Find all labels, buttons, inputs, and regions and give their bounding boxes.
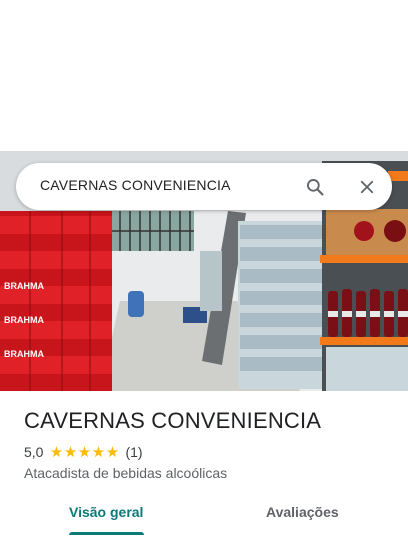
star-icon: ★ [63, 443, 78, 461]
close-icon [360, 180, 374, 194]
star-icon: ★ [105, 443, 120, 461]
place-title: CAVERNAS CONVENIENCIA [24, 408, 322, 433]
tab-overview[interactable]: Visão geral [69, 504, 143, 520]
rating-row[interactable]: 5,0 ★ ★ ★ ★ ★ (1) [24, 444, 143, 460]
star-icon: ★ [77, 443, 92, 461]
star-icon: ★ [49, 443, 64, 461]
active-tab-indicator [69, 532, 144, 535]
tab-reviews[interactable]: Avaliações [266, 504, 339, 520]
search-button[interactable] [302, 174, 328, 200]
search-input[interactable]: CAVERNAS CONVENIENCIA [40, 177, 231, 193]
svg-text:BRAHMA: BRAHMA [4, 349, 44, 359]
search-bar[interactable]: CAVERNAS CONVENIENCIA [16, 163, 392, 210]
tab-bar: Visão geral Avaliações [0, 496, 408, 542]
svg-text:BRAHMA: BRAHMA [4, 315, 44, 325]
star-icon: ★ [91, 443, 106, 461]
rating-value: 5,0 [24, 444, 44, 460]
search-icon [307, 179, 324, 196]
review-count[interactable]: (1) [125, 444, 142, 460]
brand-lettering: BRAHMA [4, 281, 44, 291]
rating-stars: ★ ★ ★ ★ ★ [49, 445, 119, 460]
clear-search-button[interactable] [354, 174, 380, 200]
place-category[interactable]: Atacadista de bebidas alcoólicas [24, 465, 227, 481]
